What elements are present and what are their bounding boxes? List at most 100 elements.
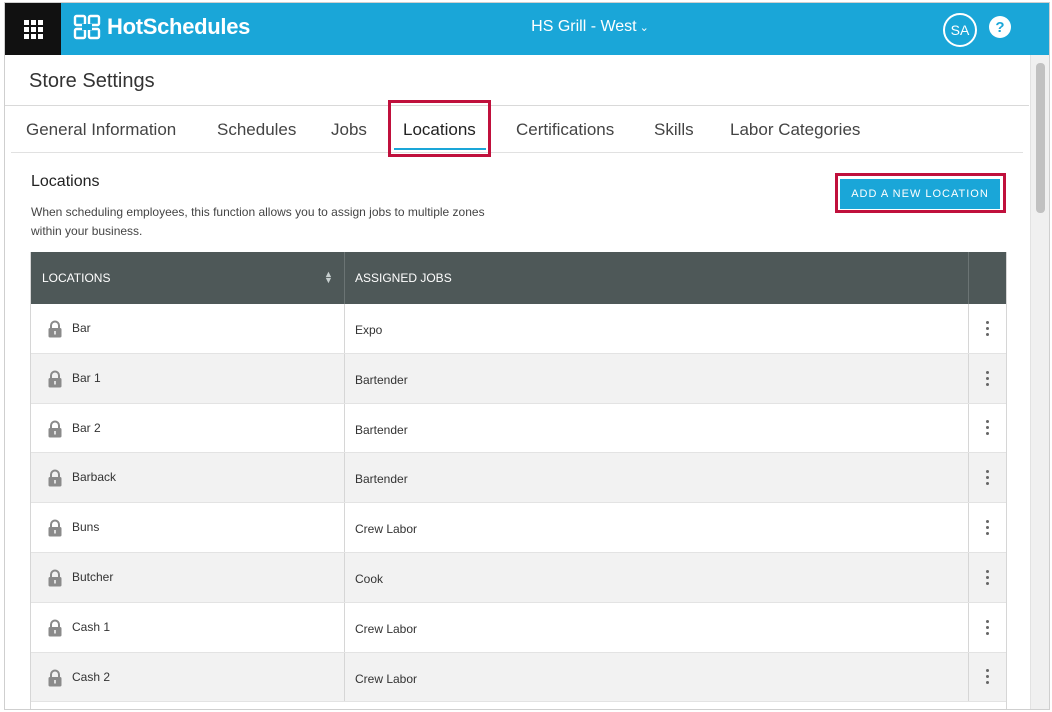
user-avatar[interactable]: SA bbox=[943, 13, 977, 47]
more-vertical-icon bbox=[986, 568, 989, 586]
location-cell: Barback bbox=[31, 453, 345, 503]
chevron-down-icon: ⌄ bbox=[639, 22, 649, 34]
lock-icon bbox=[48, 320, 62, 338]
location-name: Barback bbox=[72, 470, 117, 485]
sort-icon[interactable]: ▲ ▼ bbox=[324, 270, 334, 285]
assigned-job: Bartender bbox=[355, 372, 408, 387]
location-cell: Butcher bbox=[31, 552, 345, 602]
grid-icon bbox=[23, 19, 43, 39]
divider bbox=[11, 152, 1023, 153]
row-menu-button[interactable] bbox=[969, 553, 1006, 602]
assigned-job: Crew Labor bbox=[355, 621, 418, 636]
location-cell: Bar bbox=[31, 304, 345, 353]
tab-general-information[interactable]: General Information bbox=[26, 120, 176, 140]
more-vertical-icon bbox=[986, 419, 989, 437]
more-vertical-icon bbox=[986, 319, 989, 337]
section-description: When scheduling employees, this function… bbox=[31, 205, 485, 238]
location-name: Buns bbox=[72, 520, 100, 535]
column-divider bbox=[968, 252, 969, 304]
app-window: HotSchedules HS Grill - West ⌄ SA ? Store… bbox=[4, 2, 1050, 710]
column-header-locations[interactable]: LOCATIONS bbox=[42, 252, 110, 304]
assigned-jobs-cell: Crew Labor bbox=[344, 503, 969, 552]
assigned-jobs-cell: Cook bbox=[344, 552, 969, 602]
location-cell: Cash 1 bbox=[31, 602, 345, 652]
section-title: Locations bbox=[31, 173, 100, 190]
location-name: Bar 2 bbox=[72, 420, 101, 435]
assigned-jobs-cell: Expo bbox=[344, 304, 969, 353]
row-menu-button[interactable] bbox=[969, 304, 1006, 353]
assigned-jobs-cell: Crew Labor bbox=[344, 652, 969, 702]
store-selector[interactable]: HS Grill - West ⌄ bbox=[475, 18, 705, 36]
row-menu-button[interactable] bbox=[969, 354, 1006, 403]
settings-tabs: General Information Schedules Jobs Locat… bbox=[5, 106, 1029, 152]
location-name: Butcher bbox=[72, 569, 114, 584]
assigned-job: Cook bbox=[355, 571, 384, 586]
table-header: LOCATIONS ▲ ▼ ASSIGNED JOBS bbox=[31, 252, 1006, 304]
table-row[interactable]: Buns Crew Labor bbox=[31, 503, 1006, 553]
row-menu-button[interactable] bbox=[969, 453, 1006, 502]
help-icon[interactable]: ? bbox=[989, 16, 1011, 38]
logo-mark-icon bbox=[73, 14, 101, 40]
location-cell: Buns bbox=[31, 503, 345, 552]
store-name: HS Grill - West bbox=[531, 18, 637, 35]
row-menu-button[interactable] bbox=[969, 653, 1006, 702]
tab-jobs[interactable]: Jobs bbox=[331, 120, 367, 140]
table-body: Bar Expo Bar 1 Bartender Bar 2 Bartender… bbox=[31, 304, 1006, 703]
lock-icon bbox=[48, 420, 62, 438]
more-vertical-icon bbox=[986, 469, 989, 487]
location-cell: Bar 1 bbox=[31, 353, 345, 403]
tab-labor-categories[interactable]: Labor Categories bbox=[730, 120, 860, 140]
row-menu-button[interactable] bbox=[969, 603, 1006, 652]
more-vertical-icon bbox=[986, 519, 989, 537]
logo-text: HotSchedules bbox=[107, 14, 251, 39]
lock-icon bbox=[48, 519, 62, 537]
table-row[interactable]: Cash 2 Crew Labor bbox=[31, 652, 1006, 703]
app-switcher-button[interactable] bbox=[5, 3, 61, 55]
table-row[interactable]: Butcher Cook bbox=[31, 552, 1006, 603]
tab-skills[interactable]: Skills bbox=[654, 120, 694, 140]
location-name: Bar bbox=[72, 321, 91, 335]
locations-table: LOCATIONS ▲ ▼ ASSIGNED JOBS Bar Expo Bar… bbox=[30, 252, 1007, 709]
lock-icon bbox=[48, 569, 62, 587]
more-vertical-icon bbox=[986, 668, 989, 686]
table-row[interactable]: Bar 2 Bartender bbox=[31, 403, 1006, 454]
assigned-job: Expo bbox=[355, 323, 383, 337]
lock-icon bbox=[48, 370, 62, 388]
scrollbar-thumb[interactable] bbox=[1036, 63, 1045, 213]
location-name: Cash 1 bbox=[72, 619, 111, 634]
table-row[interactable]: Bar Expo bbox=[31, 304, 1006, 354]
assigned-jobs-cell: Bartender bbox=[344, 403, 969, 453]
more-vertical-icon bbox=[986, 618, 989, 636]
assigned-job: Crew Labor bbox=[355, 671, 418, 686]
table-row[interactable]: Cash 1 Crew Labor bbox=[31, 602, 1006, 653]
row-menu-button[interactable] bbox=[969, 404, 1006, 453]
active-tab-indicator bbox=[394, 148, 486, 150]
top-navigation-bar: HotSchedules HS Grill - West ⌄ SA ? bbox=[5, 3, 1049, 55]
location-cell: Cash 2 bbox=[31, 652, 345, 702]
lock-icon bbox=[48, 469, 62, 487]
assigned-jobs-cell: Crew Labor bbox=[344, 602, 969, 652]
more-vertical-icon bbox=[986, 369, 989, 387]
add-new-location-button[interactable]: ADD A NEW LOCATION bbox=[840, 179, 1000, 209]
lock-icon bbox=[48, 669, 62, 687]
page-title: Store Settings bbox=[29, 70, 155, 92]
assigned-jobs-cell: Bartender bbox=[344, 353, 969, 403]
assigned-job: Crew Labor bbox=[355, 522, 418, 537]
location-cell: Bar 2 bbox=[31, 403, 345, 453]
location-name: Cash 2 bbox=[72, 669, 111, 684]
lock-icon bbox=[48, 619, 62, 637]
assigned-job: Bartender bbox=[355, 422, 408, 437]
tab-schedules[interactable]: Schedules bbox=[217, 120, 296, 140]
row-menu-button[interactable] bbox=[969, 503, 1006, 552]
assigned-jobs-cell: Bartender bbox=[344, 453, 969, 503]
table-row[interactable]: Barback Bartender bbox=[31, 453, 1006, 504]
column-header-assigned-jobs: ASSIGNED JOBS bbox=[355, 271, 452, 285]
tab-certifications[interactable]: Certifications bbox=[516, 120, 614, 140]
vertical-scrollbar[interactable] bbox=[1030, 55, 1049, 709]
column-divider bbox=[344, 252, 345, 304]
assigned-job: Bartender bbox=[355, 472, 408, 487]
hotschedules-logo[interactable]: HotSchedules bbox=[73, 13, 250, 41]
tab-locations[interactable]: Locations bbox=[403, 120, 476, 140]
location-name: Bar 1 bbox=[72, 370, 101, 385]
table-row[interactable]: Bar 1 Bartender bbox=[31, 353, 1006, 404]
